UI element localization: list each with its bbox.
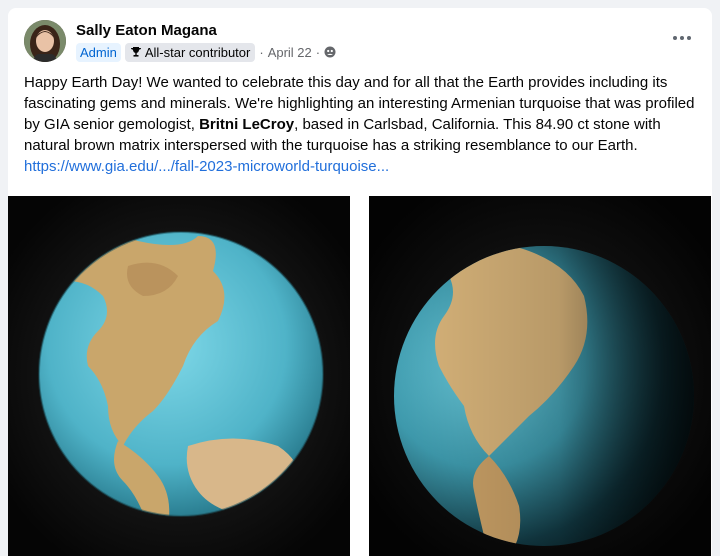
post-text: Happy Earth Day! We wanted to celebrate …	[24, 72, 696, 177]
post-photo-1[interactable]	[8, 196, 350, 556]
contributor-badge[interactable]: All-star contributor	[124, 42, 256, 62]
avatar[interactable]	[24, 20, 66, 62]
post-header: Sally Eaton Magana Admin All-star contri…	[24, 20, 696, 72]
post-card: Sally Eaton Magana Admin All-star contri…	[8, 8, 712, 556]
author-name[interactable]: Sally Eaton Magana	[76, 22, 217, 39]
meta-separator: ·	[259, 44, 264, 60]
contributor-badge-label: All-star contributor	[144, 44, 251, 60]
more-options-icon[interactable]	[668, 28, 696, 48]
post-date[interactable]: April 22	[268, 45, 312, 60]
admin-badge[interactable]: Admin	[76, 42, 121, 62]
post-photo-2[interactable]	[369, 196, 711, 556]
post-link[interactable]: https://www.gia.edu/.../fall-2023-microw…	[24, 158, 389, 175]
group-globe-icon[interactable]	[324, 46, 336, 58]
turquoise-globe-image-1	[8, 196, 350, 556]
meta-separator-2: ·	[315, 44, 321, 60]
turquoise-globe-image-2	[369, 196, 711, 556]
trophy-icon	[130, 47, 141, 57]
post-meta: Admin All-star contributor · April 22 ·	[76, 42, 336, 62]
mentioned-name: Britni LeCroy	[199, 116, 295, 133]
